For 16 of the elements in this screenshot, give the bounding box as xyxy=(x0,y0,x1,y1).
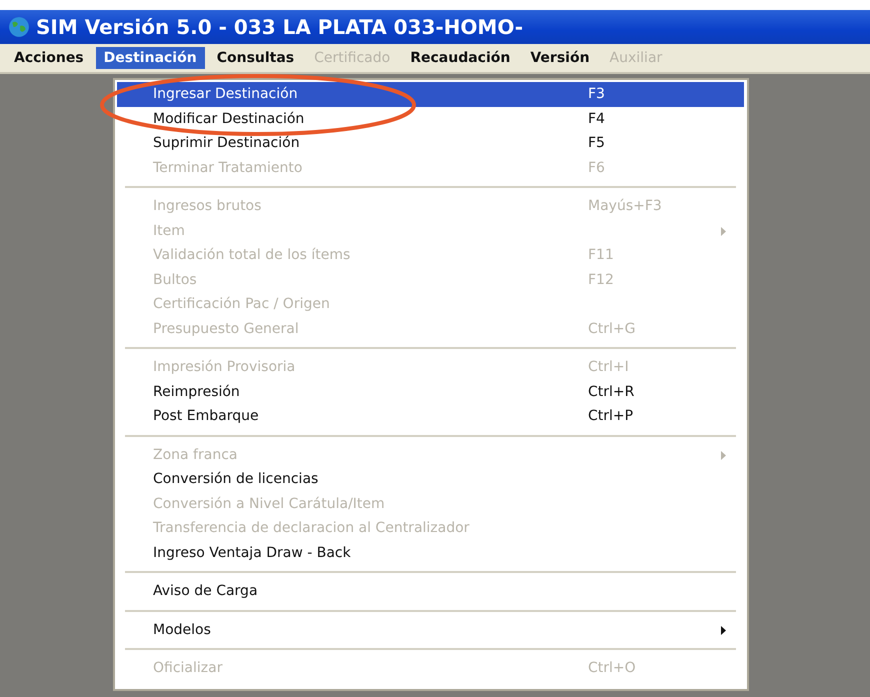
window-title: SIM Versión 5.0 - 033 LA PLATA 033-HOMO- xyxy=(36,15,524,39)
menu-bar-item[interactable]: Consultas xyxy=(208,47,302,69)
menu-item[interactable]: Suprimir Destinación F5 xyxy=(117,131,744,156)
menu-item[interactable]: Ingresar Destinación F3 xyxy=(117,82,744,106)
menu-item[interactable]: Reimpresión Ctrl+R xyxy=(117,380,744,404)
menu-item[interactable]: Conversión de licencias xyxy=(117,467,744,492)
menu-item[interactable]: Post Embarque Ctrl+P xyxy=(117,404,744,428)
globe-icon xyxy=(8,16,30,38)
menu-bar-item[interactable]: Recaudación xyxy=(402,47,518,69)
menu-item[interactable]: Ingreso Ventaja Draw - Back xyxy=(117,540,744,565)
menu-item[interactable]: Modificar Destinación F4 xyxy=(117,106,744,131)
menu-bar-item[interactable]: Versión xyxy=(522,47,598,69)
menu-item[interactable]: Aviso de Carga xyxy=(117,579,744,604)
menu-bar-item[interactable]: Acciones xyxy=(6,47,92,69)
menu-item[interactable]: Modelos xyxy=(117,618,744,642)
menu-bar-item[interactable]: Destinación xyxy=(96,47,205,69)
